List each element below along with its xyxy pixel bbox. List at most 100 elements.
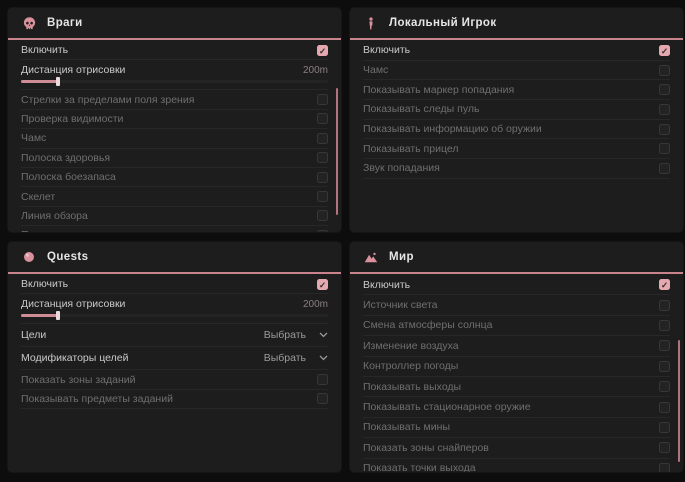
row-label: Показать зоны снайперов [363,442,489,454]
row-label: Дистанция отрисовки [21,64,125,76]
checkbox-exits[interactable] [659,381,670,392]
row-line-of-sight: Линия обзора [21,207,328,226]
row-visibility-check: Проверка видимости [21,110,328,129]
row-health-bar: Полоска здоровья [21,149,328,168]
row-target-modifiers: Модификаторы целейВыбрать [21,347,328,370]
checkbox-quest-items[interactable] [317,393,328,404]
checkbox-chams[interactable] [659,65,670,76]
checkbox-chams[interactable] [317,133,328,144]
panel-world: Мир Включить ✓ Источник света Смена атмосфе… [350,242,683,472]
checkbox-visibility-check[interactable] [317,113,328,124]
row-hit-marker: Показывать маркер попадания [363,80,670,100]
checkbox-sun-atmosphere[interactable] [659,320,670,331]
row-label: Включить [21,278,68,290]
row-label: Показать точки выхода [363,462,476,472]
slider-fill [21,314,58,317]
panel-title: Локальный Игрок [389,17,497,29]
select-target-modifiers[interactable]: Выбрать [264,352,328,364]
row-label: Дистанция отрисовки [21,298,125,310]
panel-body: Включить ✓ Дистанция отрисовки200m Цели Выбр… [8,274,341,409]
checkbox-exit-points[interactable] [659,463,670,472]
row-stationary-weapons: Показывать стационарное оружие [363,397,670,417]
row-label: Показывать стационарное оружие [363,401,531,413]
row-label: Включить [363,44,410,56]
row-quest-items: Показывать предметы заданий [21,390,328,409]
row-label: Показывать мины [363,421,450,433]
row-label: Показывать информацию об оружии [363,123,542,135]
panel-body: Включить ✓ Источник света Смена атмосферы с… [350,274,683,472]
row-label: Показывать прицел [363,143,458,155]
row-label: Показать зоны заданий [21,374,136,386]
checkbox-air-change[interactable] [659,340,670,351]
row-bullet-traces: Показывать следы пуль [363,100,670,120]
checkbox-weather-controller[interactable] [659,361,670,372]
row-sniper-zones: Показать зоны снайперов [363,438,670,458]
row-label: Показывать маркер попадания [363,84,514,96]
row-light-source: Источник света [363,295,670,315]
panel-body: Включить ✓ Чамс Показывать маркер попадания… [350,40,683,179]
panel-title: Quests [47,251,88,263]
row-label: Чамс [21,132,46,144]
row-exit-points: Показать точки выхода [363,459,670,472]
checkbox-line-of-sight[interactable] [317,210,328,221]
row-chams: Чамс [363,61,670,81]
row-draw-distance: Дистанция отрисовки200m [21,294,328,324]
checkbox-mines[interactable] [659,422,670,433]
row-label: Проверка видимости [21,113,123,125]
select-value: Выбрать [264,352,306,364]
row-targets: Цели Выбрать [21,324,328,347]
slider-thumb[interactable] [56,77,60,86]
settings-grid: Враги Включить ✓ Дистанция отрисовки200m Ст… [0,0,685,472]
panel-local-player: Локальный Игрок Включить ✓ Чамс Показывать … [350,8,683,232]
row-label: Показывать предметы заданий [21,393,173,405]
checkbox-sniper-zones[interactable] [659,442,670,453]
row-skeleton: Скелет [21,187,328,206]
panel-quests: Quests Включить✓Дистанция отрисовки200mЦ… [8,242,341,472]
row-label: Включить [21,44,68,56]
row-bullet-traces: Показывать следы пуль [21,226,328,232]
person-icon [363,15,379,31]
row-label: Источник света [363,299,437,311]
checkbox-weapon-info[interactable] [659,124,670,135]
slider-label-row: Дистанция отрисовки200m [21,62,328,78]
checkbox-enable[interactable]: ✓ [317,279,328,290]
row-label: Цели [21,329,46,341]
scrollbar-thumb[interactable] [336,88,338,215]
select-value: Выбрать [264,329,306,341]
row-label: Чамс [363,64,388,76]
mountain-icon [363,249,379,265]
panel-enemies: Враги Включить ✓ Дистанция отрисовки200m Ст… [8,8,341,232]
checkbox-light-source[interactable] [659,300,670,311]
checkbox-crosshair[interactable] [659,143,670,154]
row-label: Показывать следы пуль [363,103,479,115]
row-crosshair: Показывать прицел [363,139,670,159]
slider-track[interactable] [21,80,328,83]
checkbox-enable[interactable]: ✓ [659,45,670,56]
row-offscreen-arrows: Стрелки за пределами поля зрения [21,90,328,109]
row-label: Стрелки за пределами поля зрения [21,94,194,106]
checkbox-enable[interactable]: ✓ [659,279,670,290]
panel-header: Мир [350,242,683,272]
row-label: Полоска боезапаса [21,171,116,183]
checkbox-bullet-traces[interactable] [659,104,670,115]
slider-track[interactable] [21,314,328,317]
panel-header: Локальный Игрок [350,8,683,38]
row-sun-atmosphere: Смена атмосферы солнца [363,316,670,336]
scrollbar-thumb[interactable] [678,340,680,462]
panel-title: Враги [47,17,83,29]
checkbox-offscreen-arrows[interactable] [317,94,328,105]
checkbox-enable[interactable]: ✓ [317,45,328,56]
checkbox-hit-marker[interactable] [659,84,670,95]
checkbox-skeleton[interactable] [317,191,328,202]
chevron-down-icon [319,355,328,361]
slider-thumb[interactable] [56,311,60,320]
checkbox-ammo-bar[interactable] [317,172,328,183]
checkbox-hit-sound[interactable] [659,163,670,174]
checkbox-stationary-weapons[interactable] [659,402,670,413]
checkbox-health-bar[interactable] [317,152,328,163]
row-label: Включить [363,279,410,291]
row-label: Скелет [21,191,55,203]
checkbox-quest-zones[interactable] [317,374,328,385]
select-targets[interactable]: Выбрать [264,329,328,341]
checkbox-bullet-traces[interactable] [317,230,328,232]
